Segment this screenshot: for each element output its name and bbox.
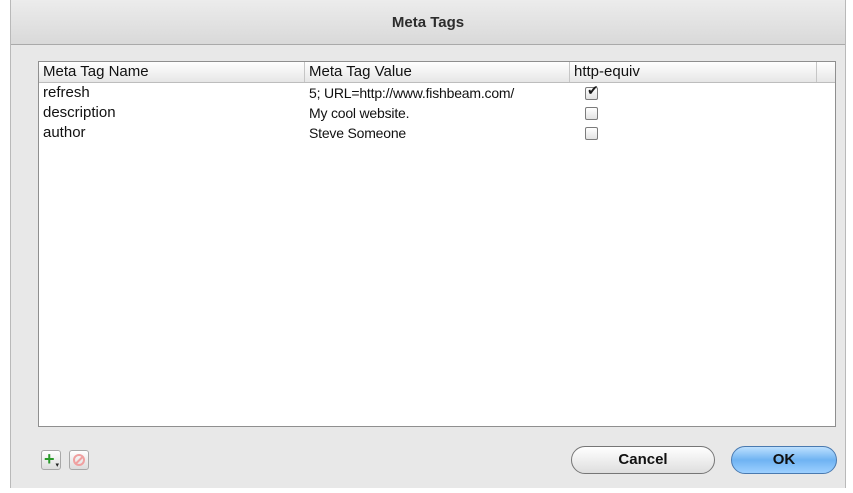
http-equiv-cell — [570, 103, 817, 123]
meta-tag-name-cell[interactable]: description — [39, 103, 305, 123]
table-row[interactable]: refresh 5; URL=http://www.fishbeam.com/ … — [39, 83, 835, 103]
ok-button[interactable]: OK — [731, 446, 837, 474]
meta-tag-name-cell[interactable]: author — [39, 123, 305, 143]
cancel-button[interactable]: Cancel — [571, 446, 715, 474]
dialog-title: Meta Tags — [11, 0, 845, 45]
add-meta-tag-button[interactable]: + ▾ — [41, 450, 61, 470]
remove-meta-tag-button[interactable] — [69, 450, 89, 470]
checkmark-icon: ✔ — [587, 83, 599, 98]
table-row[interactable]: author Steve Someone — [39, 123, 835, 143]
http-equiv-checkbox[interactable] — [585, 107, 598, 120]
meta-tags-dialog: Meta Tags Meta Tag Name Meta Tag Value h… — [10, 0, 846, 488]
no-entry-icon — [73, 454, 85, 466]
meta-tag-value-cell[interactable]: Steve Someone — [305, 123, 570, 143]
table-row[interactable]: description My cool website. — [39, 103, 835, 123]
http-equiv-checkbox[interactable] — [585, 127, 598, 140]
meta-tag-name-cell[interactable]: refresh — [39, 83, 305, 103]
dropdown-arrow-icon: ▾ — [55, 462, 59, 469]
plus-icon: + — [44, 449, 55, 469]
column-header-value[interactable]: Meta Tag Value — [305, 62, 570, 82]
http-equiv-cell — [570, 123, 817, 143]
http-equiv-checkbox[interactable]: ✔ — [585, 83, 599, 100]
meta-tag-value-cell[interactable]: 5; URL=http://www.fishbeam.com/ — [305, 83, 570, 103]
column-header-http-equiv[interactable]: http-equiv — [570, 62, 817, 82]
column-header-name[interactable]: Meta Tag Name — [39, 62, 305, 82]
meta-tag-value-cell[interactable]: My cool website. — [305, 103, 570, 123]
http-equiv-cell: ✔ — [570, 83, 817, 103]
meta-tags-table[interactable]: Meta Tag Name Meta Tag Value http-equiv … — [38, 61, 836, 427]
table-header: Meta Tag Name Meta Tag Value http-equiv — [39, 62, 835, 83]
table-body: refresh 5; URL=http://www.fishbeam.com/ … — [39, 83, 835, 143]
